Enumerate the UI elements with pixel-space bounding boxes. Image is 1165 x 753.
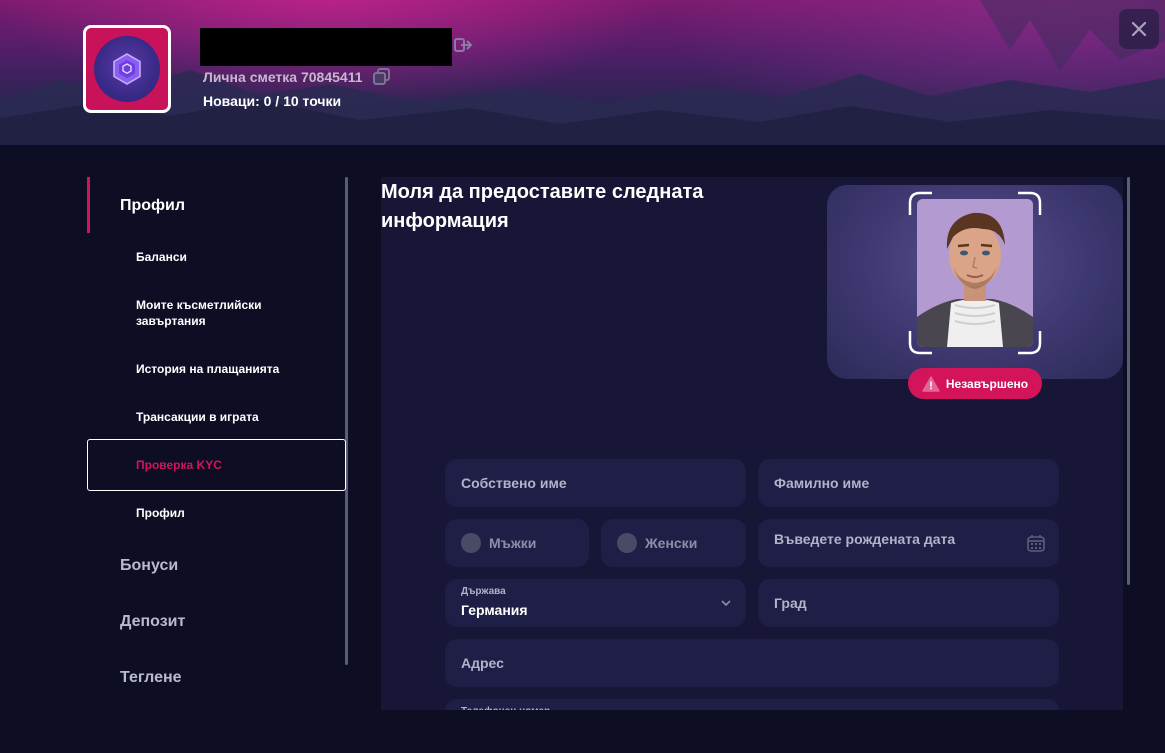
close-button[interactable] <box>1119 9 1159 49</box>
country-value: Германия <box>461 602 528 618</box>
address-placeholder: Адрес <box>461 655 504 671</box>
sidebar-section-profile[interactable]: Профил <box>120 197 185 215</box>
avatar[interactable] <box>83 25 171 113</box>
address-field[interactable]: Адрес <box>445 639 1059 687</box>
gender-male-label: Мъжки <box>489 535 537 551</box>
mountain-background <box>0 0 1165 145</box>
sidebar-item-payment-history[interactable]: История на плащанията <box>136 361 279 377</box>
country-select[interactable]: Държава Германия <box>445 579 746 627</box>
first-name-field[interactable]: Собствено име <box>445 459 746 507</box>
username-redacted <box>200 28 452 66</box>
radio-circle <box>617 533 637 553</box>
copy-icon[interactable] <box>372 67 392 87</box>
sidebar-section-withdraw[interactable]: Теглене <box>120 669 182 687</box>
city-placeholder: Град <box>774 595 807 611</box>
gender-female-label: Женски <box>645 535 698 551</box>
birth-date-placeholder: Въведете рождената дата <box>774 531 956 547</box>
gender-male-radio[interactable]: Мъжки <box>445 519 589 567</box>
sidebar-item-game-transactions[interactable]: Трансакции в играта <box>136 409 259 425</box>
main-scrollbar[interactable] <box>1127 177 1130 585</box>
sidebar-item-kyc-label: Проверка KYC <box>136 458 222 472</box>
sidebar: Профил Баланси Моите късметлийски завърт… <box>87 177 348 710</box>
birth-date-field[interactable]: Въведете рождената дата <box>758 519 1059 567</box>
page-title: Моля да предоставите следната информация <box>381 181 704 232</box>
city-field[interactable]: Град <box>758 579 1059 627</box>
last-name-placeholder: Фамилно име <box>774 475 870 491</box>
face-scan-frame <box>908 191 1042 355</box>
chevron-down-icon <box>721 600 731 607</box>
status-badge: Незавършено <box>908 368 1042 399</box>
sidebar-section-bonuses[interactable]: Бонуси <box>120 557 178 575</box>
loyalty-points: Новаци: 0 / 10 точки <box>203 93 342 109</box>
bottom-mask <box>0 710 1165 753</box>
sidebar-item-lucky-spins[interactable]: Моите късметлийски завъртания <box>136 297 286 329</box>
country-label: Държава <box>461 586 506 597</box>
selfie-card <box>827 185 1123 379</box>
sidebar-scrollbar[interactable] <box>345 177 348 665</box>
cube-icon <box>113 53 141 85</box>
avatar-badge <box>94 36 160 102</box>
sidebar-active-indicator <box>87 177 90 233</box>
last-name-field[interactable]: Фамилно име <box>758 459 1059 507</box>
status-badge-label: Незавършено <box>945 376 1029 391</box>
sidebar-section-deposit[interactable]: Депозит <box>120 613 185 631</box>
calendar-icon[interactable] <box>1027 534 1045 552</box>
warning-icon <box>922 375 940 392</box>
gender-female-radio[interactable]: Женски <box>601 519 746 567</box>
logout-icon[interactable] <box>453 35 473 55</box>
account-number: Лична сметка 70845411 <box>203 69 363 85</box>
sidebar-item-balances[interactable]: Баланси <box>136 249 187 265</box>
first-name-placeholder: Собствено име <box>461 475 567 491</box>
radio-circle <box>461 533 481 553</box>
sidebar-item-profile[interactable]: Профил <box>136 505 185 521</box>
close-icon <box>1131 21 1147 37</box>
profile-header-banner: Лична сметка 70845411 Новаци: 0 / 10 точ… <box>0 0 1165 145</box>
